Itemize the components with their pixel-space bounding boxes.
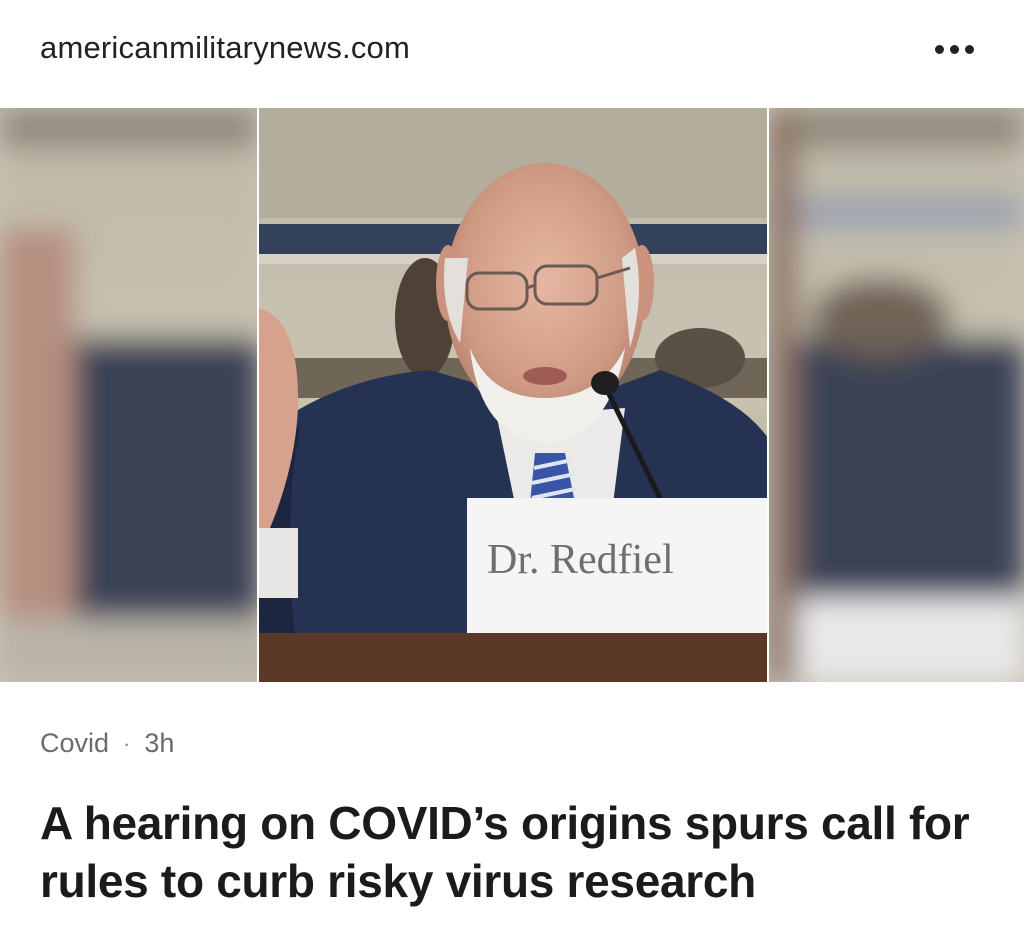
- source-domain[interactable]: americanmilitarynews.com: [40, 30, 410, 66]
- nameplate-text: Dr. Redfiel: [487, 537, 674, 583]
- article-age: 3h: [144, 728, 175, 758]
- meta-separator: ·: [123, 730, 131, 756]
- article-hero-image[interactable]: Dr. Redfiel: [0, 108, 1024, 682]
- article-card-header: americanmilitarynews.com: [0, 0, 1024, 108]
- more-dot: [949, 44, 959, 54]
- category-label[interactable]: Covid: [40, 728, 109, 759]
- article-headline[interactable]: A hearing on COVID’s origins spurs call …: [40, 794, 990, 910]
- hero-photo: Dr. Redfiel: [0, 108, 1024, 682]
- article-meta: Covid · 3h: [40, 728, 174, 759]
- more-options-icon[interactable]: [924, 34, 984, 64]
- more-dot: [964, 44, 974, 54]
- more-dot: [934, 44, 944, 54]
